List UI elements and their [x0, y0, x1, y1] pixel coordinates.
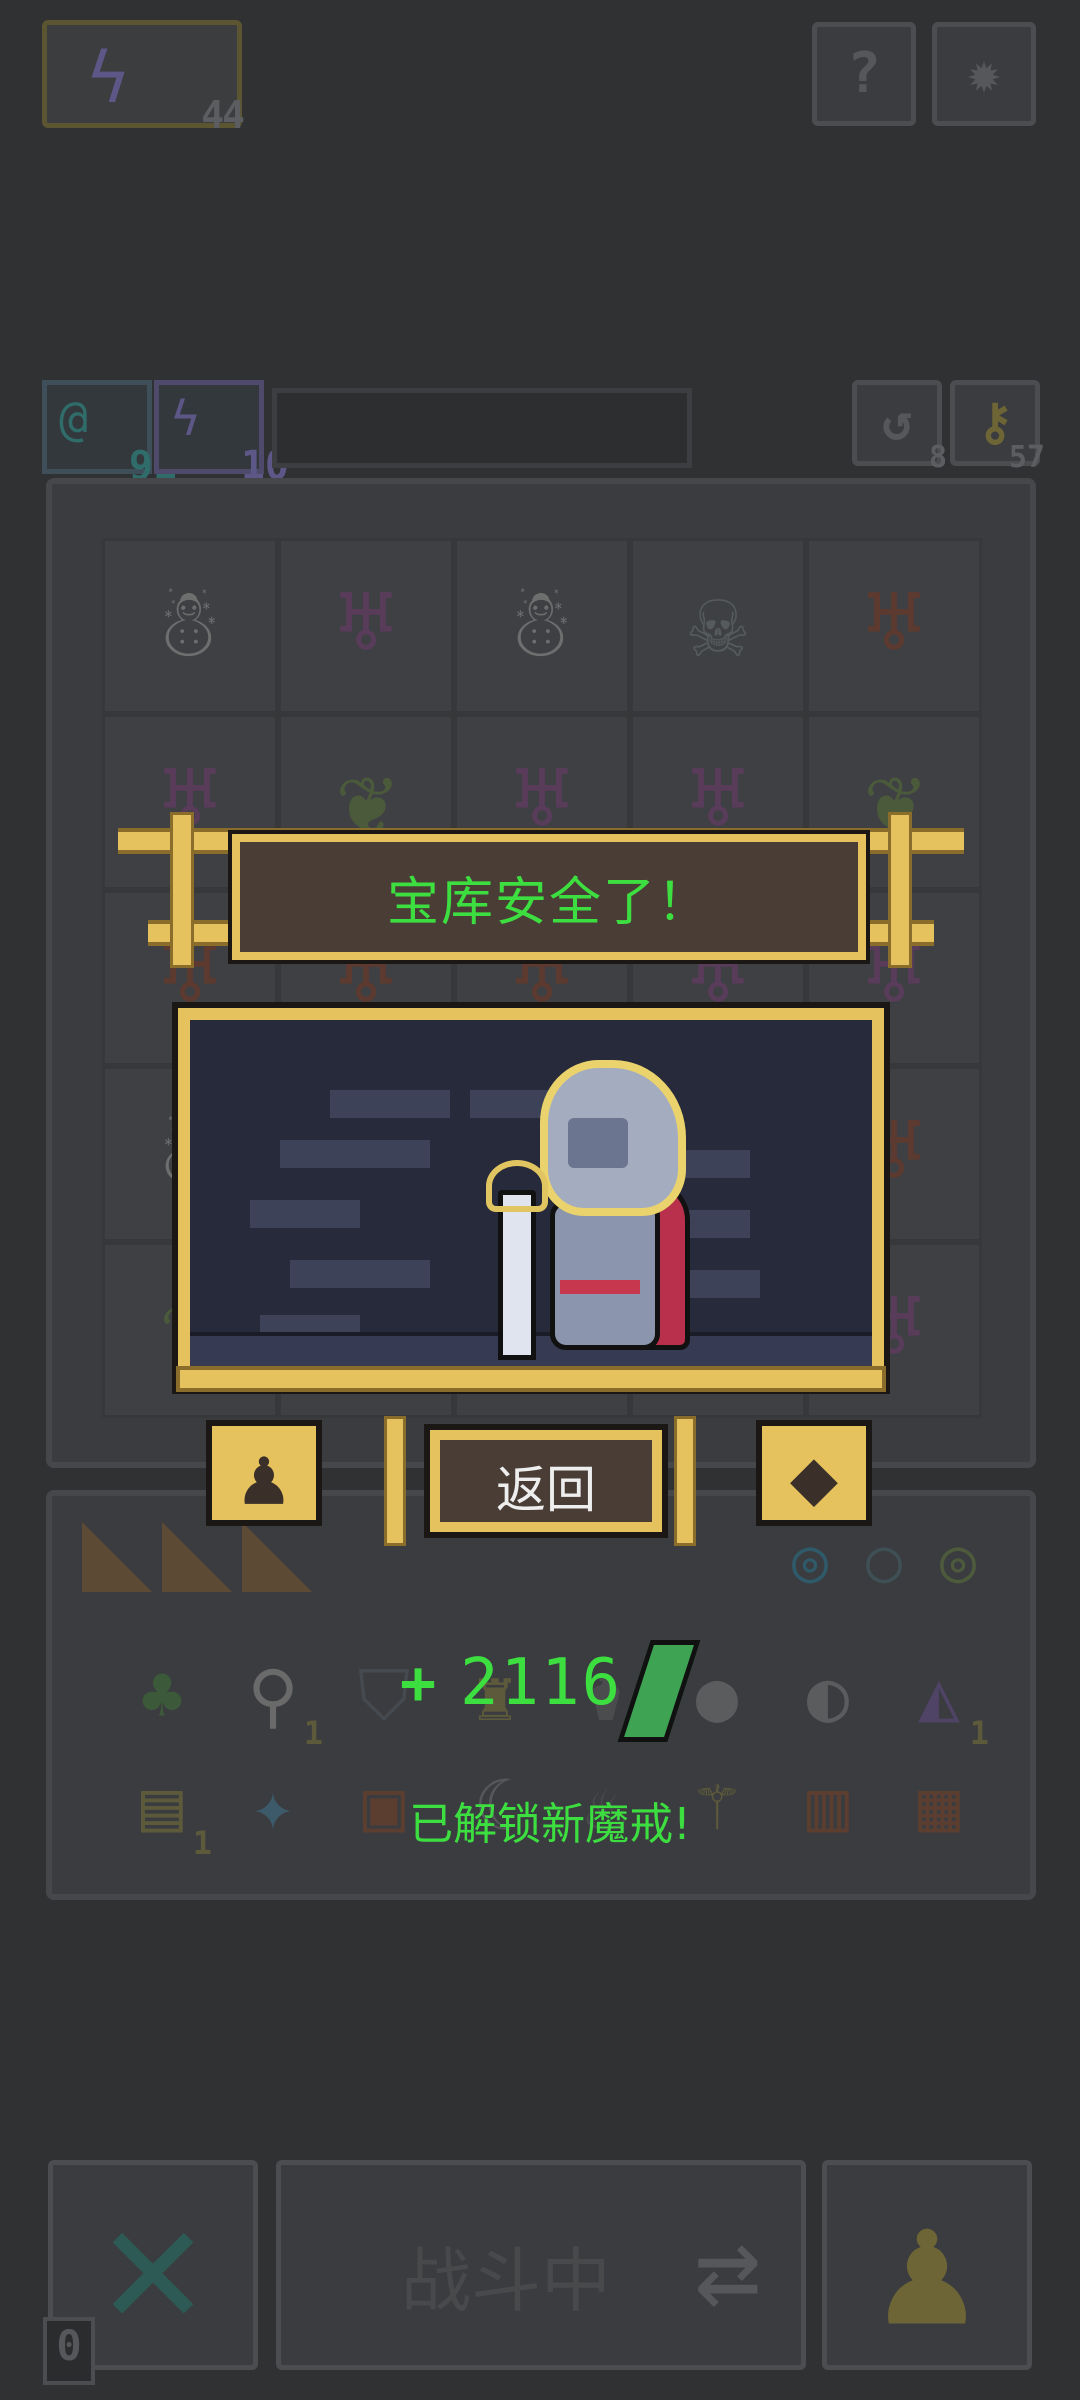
- grid-cell[interactable]: ☠: [630, 538, 806, 714]
- knight-scene: [172, 1002, 890, 1394]
- wing-icon[interactable]: ✦: [223, 1756, 323, 1856]
- rewind-icon: ↺: [881, 393, 913, 451]
- item-quantity: 1: [969, 1714, 989, 1752]
- key-count: 57: [1008, 440, 1045, 475]
- bolt-stat: ϟ 10: [154, 380, 289, 489]
- return-control: 返回: [370, 1416, 710, 1546]
- spiral-icon: @: [59, 391, 88, 447]
- unlock-message: 已解锁新魔戒!: [409, 1799, 691, 1850]
- reward-display: + 2116: [400, 1640, 701, 1742]
- return-label: 返回: [496, 1461, 596, 1519]
- energy-counter[interactable]: ϟ 44: [42, 20, 245, 137]
- lightning-book-icon[interactable]: ▥: [778, 1756, 878, 1856]
- help-button[interactable]: ?: [812, 22, 916, 126]
- bone-icon[interactable]: ⚲ 1: [223, 1646, 323, 1752]
- grid-cell[interactable]: ♅: [278, 538, 454, 714]
- card-slot[interactable]: [82, 1522, 152, 1592]
- card-slot[interactable]: [242, 1522, 312, 1592]
- flame-book-icon[interactable]: ▦: [889, 1756, 989, 1856]
- fight-label: 战斗中: [401, 2240, 611, 2322]
- slime-icon[interactable]: ♣: [112, 1646, 212, 1746]
- knight-armor: [550, 1200, 660, 1350]
- spiral-stat: @ 91: [42, 380, 177, 489]
- close-button[interactable]: ✕ 0: [43, 2160, 258, 2385]
- gem-icon: ◆: [789, 1430, 839, 1523]
- scene-base: [176, 1366, 886, 1392]
- banner-post: [170, 812, 194, 968]
- banner-post: [888, 812, 912, 968]
- gear-icon: ✹: [967, 41, 1001, 106]
- pawn-side-button[interactable]: ♟: [206, 1420, 322, 1526]
- sword-icon: [498, 1190, 536, 1360]
- button-post: [674, 1416, 696, 1546]
- knight-belt: [560, 1280, 640, 1294]
- counter-badge: 0: [43, 2317, 95, 2385]
- banner-box: 宝库安全了！: [228, 830, 870, 964]
- sword-hilt: [486, 1160, 548, 1212]
- wall-brick: [250, 1200, 360, 1228]
- card-slots: [82, 1522, 332, 1608]
- grid-cell[interactable]: ☃: [102, 538, 278, 714]
- progress-track: [272, 388, 692, 468]
- grid-cell[interactable]: ♅: [806, 538, 982, 714]
- knight-sprite: [480, 1060, 690, 1360]
- ring-icon[interactable]: ◎: [940, 1526, 976, 1596]
- ghost-icon: ☃: [161, 567, 219, 679]
- energy-value: 44: [201, 93, 245, 137]
- card-slot[interactable]: [162, 1522, 232, 1592]
- ring-icon[interactable]: ○: [866, 1526, 902, 1596]
- wall-brick: [280, 1140, 430, 1168]
- demon-icon: ♅: [337, 567, 395, 679]
- settings-button[interactable]: ✹: [932, 22, 1036, 126]
- return-button-face: 返回: [440, 1440, 652, 1522]
- item-quantity: 1: [192, 1824, 212, 1862]
- lightning-icon: ϟ: [171, 391, 200, 447]
- skeleton-icon: ☠: [689, 567, 747, 679]
- rewind-count: 8: [928, 440, 947, 475]
- pawn-icon: ♟: [878, 2175, 976, 2362]
- plus-icon: +: [400, 1648, 437, 1718]
- reward-amount: 2116: [460, 1646, 623, 1720]
- modal-banner: 宝库安全了！: [118, 812, 964, 968]
- wall-brick: [290, 1260, 430, 1288]
- wall-brick: [330, 1090, 450, 1118]
- key-button[interactable]: ⚷ 57: [950, 380, 1045, 475]
- item-quantity: 1: [303, 1714, 323, 1752]
- grid-cell[interactable]: ☃: [454, 538, 630, 714]
- pawn-icon: ♟: [239, 1430, 289, 1523]
- lightning-icon: ϟ: [87, 37, 130, 119]
- question-icon: ?: [847, 41, 881, 106]
- knight-helmet: [540, 1060, 686, 1216]
- modal-title: 宝库安全了！: [386, 873, 711, 933]
- emerald-gem-icon: [617, 1640, 701, 1742]
- pawn-button[interactable]: ♟: [822, 2160, 1032, 2370]
- return-button[interactable]: 返回: [424, 1424, 668, 1538]
- red-demon-icon: ♅: [865, 567, 923, 679]
- scroll-icon[interactable]: ▤ 1: [112, 1756, 212, 1862]
- cat-icon[interactable]: ◭ 1: [889, 1646, 989, 1752]
- stats-row: @ 91 ϟ 10: [42, 380, 692, 489]
- fight-button[interactable]: 战斗中 ⇄: [276, 2160, 806, 2370]
- ring-icon[interactable]: ◎: [792, 1526, 828, 1596]
- visor: [568, 1118, 628, 1168]
- gem-side-button[interactable]: ◆: [756, 1420, 872, 1526]
- ring-slots: ◎ ○ ◎: [792, 1526, 1012, 1596]
- ghost-icon: ☃: [513, 567, 571, 679]
- swirl-icon[interactable]: ◐: [778, 1646, 878, 1746]
- button-post: [384, 1416, 406, 1546]
- rewind-button[interactable]: ↺ 8: [852, 380, 947, 475]
- swap-icon: ⇄: [694, 2205, 761, 2333]
